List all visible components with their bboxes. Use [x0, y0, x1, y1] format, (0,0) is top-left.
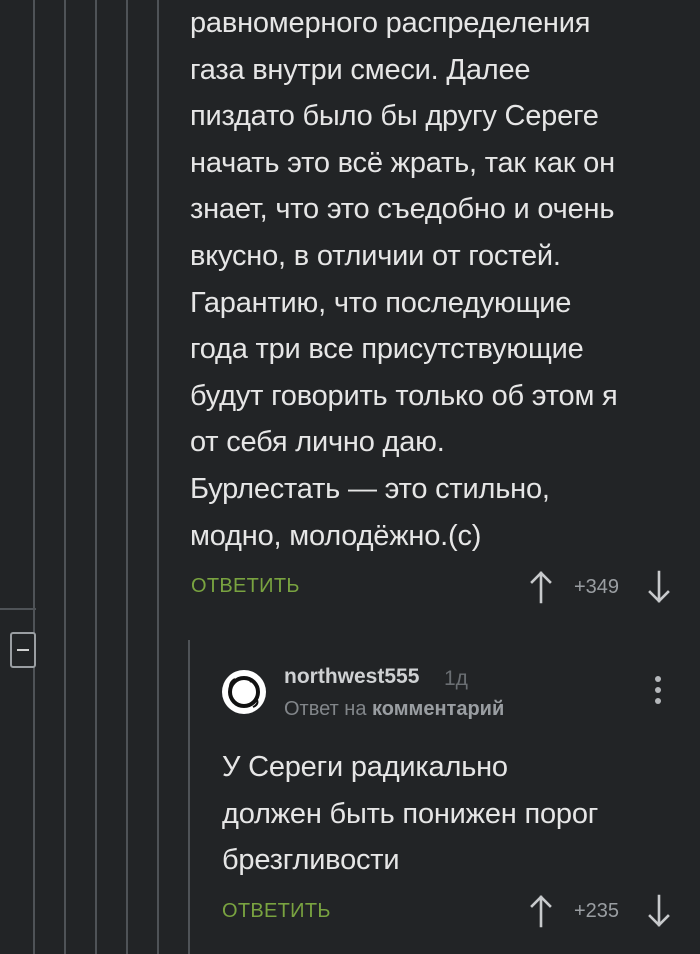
- parent-comment-line: от себя лично даю.: [190, 426, 445, 459]
- reply-comment-line: должен быть понижен порог: [222, 797, 599, 830]
- comments-page: равномерного распределения газа внутри с…: [0, 0, 700, 954]
- reply-comment-line: У Сереги радикально: [222, 751, 508, 783]
- thread-line-3[interactable]: [95, 0, 97, 954]
- arrow-up-icon[interactable]: [529, 570, 553, 604]
- parent-comment-line: равномерного распределения: [190, 7, 591, 39]
- reply-button[interactable]: ОТВЕТИТЬ: [191, 574, 300, 598]
- username[interactable]: northwest555: [284, 664, 419, 690]
- thread-line-2[interactable]: [64, 0, 66, 954]
- reply-comment-line: брезгливости: [222, 844, 400, 877]
- vote-score: +235: [574, 900, 620, 922]
- parent-comment-line: года три все присутствующие: [190, 333, 584, 366]
- arrow-down-icon[interactable]: [647, 894, 671, 928]
- vote-score: +349: [574, 576, 620, 598]
- thread-line-4[interactable]: [126, 0, 128, 954]
- parent-comment-line: Гарантию, что последующие: [190, 286, 572, 319]
- minus-icon: [17, 649, 29, 651]
- thread-line-1[interactable]: [33, 0, 35, 954]
- reply-prefix: Ответ на: [284, 698, 367, 720]
- parent-comment-line: вкусно, в отличии от гостей.: [190, 239, 561, 272]
- reply-button[interactable]: ОТВЕТИТЬ: [222, 899, 331, 923]
- reply-comment-text: У Сереги радикально должен быть понижен …: [222, 744, 682, 884]
- parent-comment-line: газа внутри смеси. Далее: [190, 53, 531, 86]
- thread-line-reply[interactable]: [188, 640, 190, 954]
- parent-comment-line: начать это всё жрать, так как он: [190, 146, 615, 179]
- thread-line-5[interactable]: [157, 0, 159, 954]
- ouroboros-avatar-icon: [228, 676, 260, 708]
- collapse-button[interactable]: [10, 632, 36, 668]
- avatar[interactable]: [222, 670, 266, 714]
- parent-comment-line: Бурлестать — это стильно,: [190, 472, 550, 505]
- kebab-menu-icon[interactable]: [650, 676, 666, 708]
- reply-to-info: Ответ на комментарий: [284, 696, 504, 722]
- thread-line-collapse-stub: [0, 608, 36, 610]
- parent-comment-line: будут говорить только об этом я: [190, 379, 618, 412]
- arrow-down-icon[interactable]: [647, 570, 671, 604]
- parent-comment-line: модно, молодёжно.(с): [190, 519, 482, 552]
- parent-comment-text: равномерного распределения газа внутри с…: [190, 0, 685, 559]
- reply-target-link[interactable]: комментарий: [372, 698, 504, 720]
- timestamp: 1д: [444, 667, 468, 690]
- parent-comment-line: пиздато было бы другу Сереге: [190, 100, 599, 133]
- parent-comment-line: знает, что это съедобно и очень: [190, 193, 615, 226]
- arrow-up-icon[interactable]: [529, 894, 553, 928]
